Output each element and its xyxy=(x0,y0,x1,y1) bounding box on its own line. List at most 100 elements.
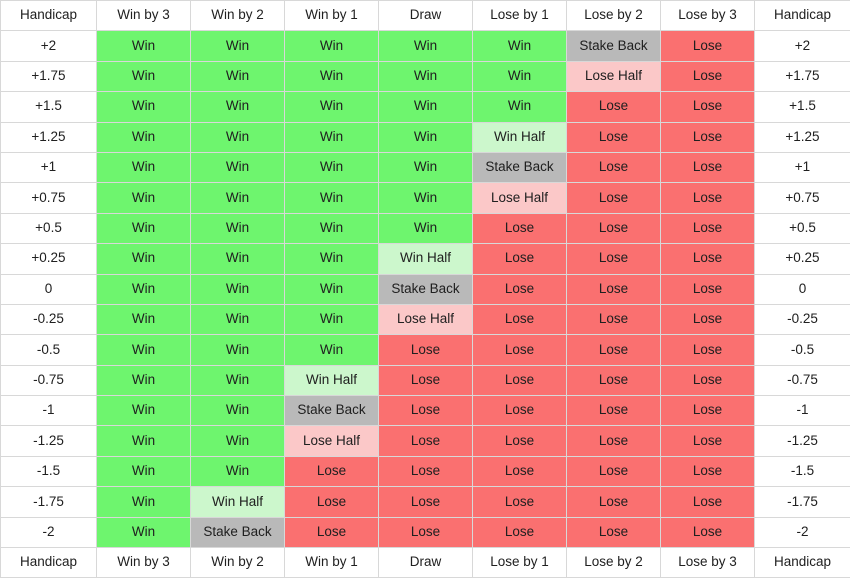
handicap-value-right: +0.25 xyxy=(755,244,850,274)
outcome-cell: Lose xyxy=(661,487,755,517)
table-row: +1.5WinWinWinWinWinLoseLose+1.5 xyxy=(1,92,850,122)
table-row: 0WinWinWinStake BackLoseLoseLose0 xyxy=(1,274,850,304)
outcome-cell: Lose xyxy=(567,183,661,213)
outcome-cell: Stake Back xyxy=(285,396,379,426)
table-row: +0.5WinWinWinWinLoseLoseLose+0.5 xyxy=(1,213,850,243)
outcome-cell: Lose xyxy=(379,426,473,456)
outcome-cell: Win xyxy=(285,213,379,243)
outcome-cell: Lose xyxy=(567,213,661,243)
outcome-cell: Win xyxy=(97,274,191,304)
handicap-value-left: -1.5 xyxy=(1,456,97,486)
outcome-cell: Win Half xyxy=(191,487,285,517)
handicap-value-left: -1 xyxy=(1,396,97,426)
outcome-cell: Win xyxy=(191,274,285,304)
outcome-cell: Lose xyxy=(567,487,661,517)
outcome-cell: Lose xyxy=(473,517,567,547)
outcome-cell: Win xyxy=(97,335,191,365)
outcome-cell: Lose xyxy=(473,426,567,456)
table-footer: HandicapWin by 3Win by 2Win by 1DrawLose… xyxy=(1,548,850,578)
handicap-value-right: 0 xyxy=(755,274,850,304)
outcome-cell: Lose xyxy=(473,274,567,304)
table-header: HandicapWin by 3Win by 2Win by 1DrawLose… xyxy=(1,1,850,31)
handicap-value-left: -0.75 xyxy=(1,365,97,395)
outcome-cell: Win xyxy=(97,61,191,91)
header-cell-lose-by-1-5: Lose by 1 xyxy=(473,1,567,31)
outcome-cell: Lose xyxy=(567,304,661,334)
header-row: HandicapWin by 3Win by 2Win by 1DrawLose… xyxy=(1,1,850,31)
header-cell-win-by-2-2: Win by 2 xyxy=(191,1,285,31)
outcome-cell: Lose xyxy=(661,152,755,182)
handicap-value-left: -0.5 xyxy=(1,335,97,365)
outcome-cell: Lose xyxy=(379,335,473,365)
handicap-value-left: -0.25 xyxy=(1,304,97,334)
outcome-cell: Win xyxy=(97,244,191,274)
outcome-cell: Lose xyxy=(661,61,755,91)
outcome-cell: Win xyxy=(473,31,567,61)
table-row: -0.75WinWinWin HalfLoseLoseLoseLose-0.75 xyxy=(1,365,850,395)
outcome-cell: Win xyxy=(379,61,473,91)
outcome-cell: Lose xyxy=(567,426,661,456)
outcome-cell: Win xyxy=(191,335,285,365)
footer-cell-handicap-0: Handicap xyxy=(1,548,97,578)
table-row: -0.25WinWinWinLose HalfLoseLoseLose-0.25 xyxy=(1,304,850,334)
handicap-value-right: -1 xyxy=(755,396,850,426)
header-cell-lose-by-3-7: Lose by 3 xyxy=(661,1,755,31)
outcome-cell: Lose xyxy=(379,487,473,517)
header-cell-lose-by-2-6: Lose by 2 xyxy=(567,1,661,31)
handicap-value-right: +1.75 xyxy=(755,61,850,91)
outcome-cell: Win xyxy=(285,335,379,365)
outcome-cell: Win xyxy=(97,396,191,426)
outcome-cell: Win xyxy=(285,31,379,61)
table-row: +1.75WinWinWinWinWinLose HalfLose+1.75 xyxy=(1,61,850,91)
outcome-cell: Lose xyxy=(661,396,755,426)
outcome-cell: Win xyxy=(191,426,285,456)
outcome-cell: Win xyxy=(97,92,191,122)
outcome-cell: Win xyxy=(285,304,379,334)
footer-cell-handicap-8: Handicap xyxy=(755,548,850,578)
outcome-cell: Win xyxy=(97,304,191,334)
outcome-cell: Lose xyxy=(379,517,473,547)
outcome-cell: Win xyxy=(191,152,285,182)
header-cell-win-by-1-3: Win by 1 xyxy=(285,1,379,31)
handicap-value-left: +2 xyxy=(1,31,97,61)
handicap-value-right: +2 xyxy=(755,31,850,61)
handicap-value-right: +1 xyxy=(755,152,850,182)
table-row: +0.75WinWinWinWinLose HalfLoseLose+0.75 xyxy=(1,183,850,213)
outcome-cell: Win xyxy=(285,61,379,91)
outcome-cell: Lose xyxy=(661,213,755,243)
handicap-value-right: +0.5 xyxy=(755,213,850,243)
outcome-cell: Lose xyxy=(567,152,661,182)
outcome-cell: Lose xyxy=(473,244,567,274)
outcome-cell: Win xyxy=(97,213,191,243)
outcome-cell: Win xyxy=(285,152,379,182)
handicap-value-right: -2 xyxy=(755,517,850,547)
handicap-value-left: +0.25 xyxy=(1,244,97,274)
outcome-cell: Win xyxy=(379,183,473,213)
outcome-cell: Lose xyxy=(661,244,755,274)
outcome-cell: Lose xyxy=(473,365,567,395)
outcome-cell: Lose xyxy=(567,122,661,152)
header-cell-win-by-3-1: Win by 3 xyxy=(97,1,191,31)
outcome-cell: Lose xyxy=(567,456,661,486)
outcome-cell: Win xyxy=(191,183,285,213)
outcome-cell: Win xyxy=(97,517,191,547)
header-cell-handicap-8: Handicap xyxy=(755,1,850,31)
handicap-value-left: +1.25 xyxy=(1,122,97,152)
outcome-cell: Win xyxy=(191,92,285,122)
handicap-value-left: -2 xyxy=(1,517,97,547)
outcome-cell: Win xyxy=(379,31,473,61)
table-row: -1.25WinWinLose HalfLoseLoseLoseLose-1.2… xyxy=(1,426,850,456)
outcome-cell: Lose xyxy=(567,517,661,547)
outcome-cell: Lose xyxy=(379,456,473,486)
handicap-value-right: -1.5 xyxy=(755,456,850,486)
outcome-cell: Lose xyxy=(661,92,755,122)
outcome-cell: Stake Back xyxy=(191,517,285,547)
outcome-cell: Win xyxy=(379,213,473,243)
footer-cell-draw-4: Draw xyxy=(379,548,473,578)
table-row: -1.5WinWinLoseLoseLoseLoseLose-1.5 xyxy=(1,456,850,486)
handicap-value-left: +1.75 xyxy=(1,61,97,91)
outcome-cell: Lose xyxy=(567,365,661,395)
outcome-cell: Lose xyxy=(285,517,379,547)
handicap-value-right: +1.5 xyxy=(755,92,850,122)
footer-cell-win-by-1-3: Win by 1 xyxy=(285,548,379,578)
